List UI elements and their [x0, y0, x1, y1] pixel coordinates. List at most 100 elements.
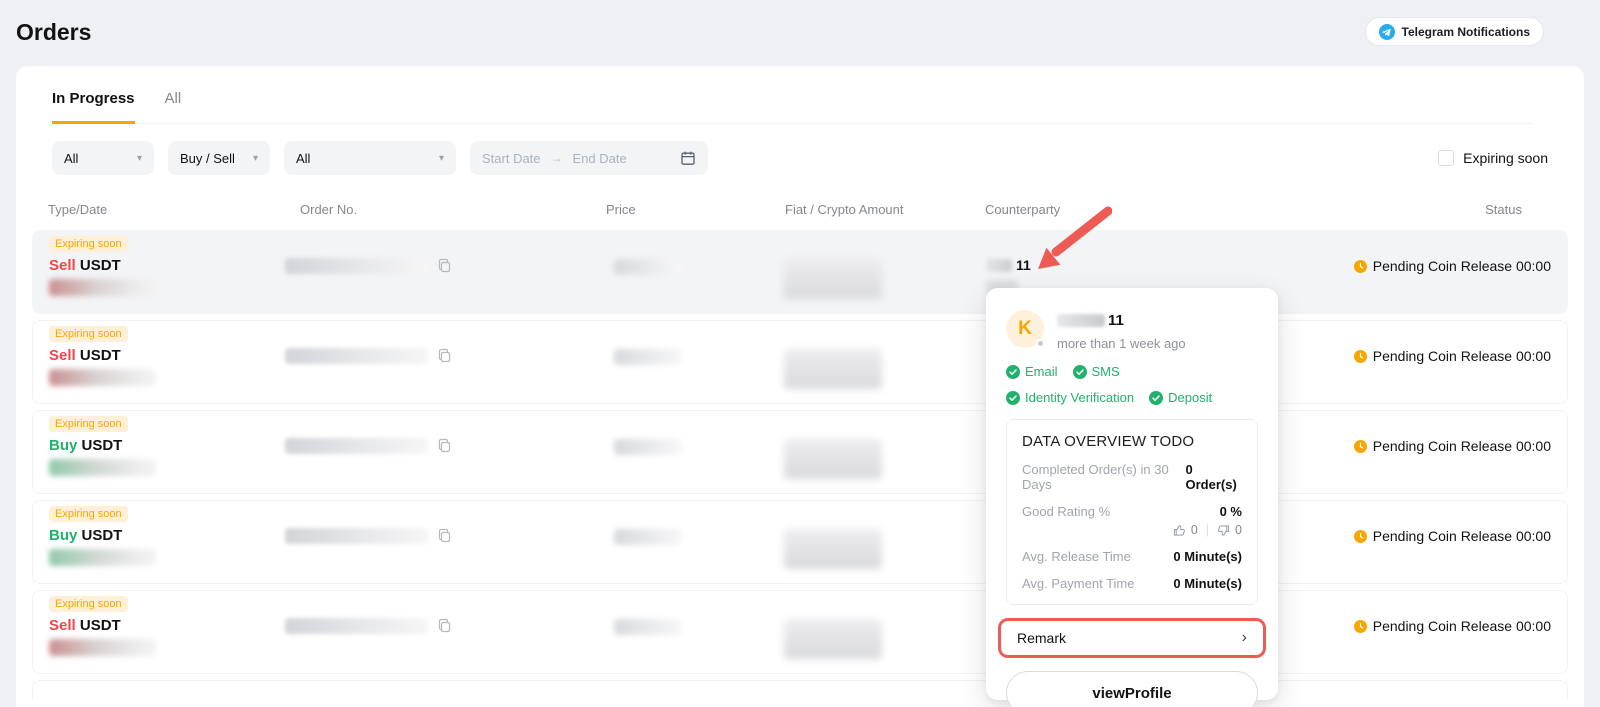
filter-side-value: Buy / Sell: [180, 151, 235, 166]
copy-icon[interactable]: [437, 258, 452, 273]
redacted-order-no: [285, 258, 428, 274]
thumbs-up-icon: [1173, 524, 1186, 537]
order-status-text: Pending Coin Release 00:00: [1373, 258, 1551, 274]
redacted-order-no: [285, 348, 428, 364]
filter-coin-value: All: [64, 151, 78, 166]
good-rating-value: 0 %: [1220, 504, 1242, 519]
redacted-amount: [784, 349, 882, 389]
tab-in-progress[interactable]: In Progress: [52, 90, 135, 124]
telegram-notifications-label: Telegram Notifications: [1402, 25, 1530, 39]
verification-label: Deposit: [1168, 390, 1212, 405]
order-status: Pending Coin Release 00:00: [1354, 348, 1551, 364]
expiring-soon-label: Expiring soon: [1463, 150, 1548, 166]
order-coin: USDT: [82, 527, 123, 544]
table-header: Type/Date Order No. Price Fiat / Crypto …: [32, 202, 1568, 220]
date-range-input[interactable]: Start Date → End Date: [470, 141, 708, 175]
column-status: Status: [1485, 202, 1522, 217]
order-side: Buy: [49, 437, 77, 454]
redacted-price: [614, 529, 682, 545]
telegram-icon: [1379, 24, 1395, 40]
column-counterparty: Counterparty: [985, 202, 1060, 217]
filter-status-select[interactable]: All ▾: [284, 141, 456, 175]
filter-coin-select[interactable]: All ▾: [52, 141, 154, 175]
copy-icon[interactable]: [437, 618, 452, 633]
last-seen-text: more than 1 week ago: [1057, 336, 1186, 351]
expiring-soon-checkbox[interactable]: Expiring soon: [1438, 150, 1548, 166]
telegram-notifications-button[interactable]: Telegram Notifications: [1365, 17, 1544, 46]
counterparty-popup: K 11 more than 1 week ago Email SMS Iden…: [986, 288, 1278, 700]
clock-icon: [1354, 530, 1367, 543]
data-overview-title: DATA OVERVIEW TODO: [1022, 433, 1242, 450]
copy-icon[interactable]: [437, 348, 452, 363]
filter-side-select[interactable]: Buy / Sell ▾: [168, 141, 270, 175]
remark-highlight-annotation: Remark ›: [998, 618, 1266, 658]
order-row[interactable]: Expiring soon Sell USDT Pending Coin Rel…: [32, 590, 1568, 674]
order-status-text: Pending Coin Release 00:00: [1373, 528, 1551, 544]
avg-release-label: Avg. Release Time: [1022, 549, 1131, 564]
expiring-soon-badge: Expiring soon: [49, 326, 128, 342]
expiring-soon-badge: Expiring soon: [49, 596, 128, 612]
clock-icon: [1354, 260, 1367, 273]
verification-label: SMS: [1092, 364, 1120, 379]
order-status-text: Pending Coin Release 00:00: [1373, 438, 1551, 454]
verification-email: Email: [1006, 364, 1058, 379]
verification-deposit: Deposit: [1149, 390, 1212, 405]
rating-thumbs: 0 | 0: [1022, 523, 1242, 537]
order-row-partial: [32, 680, 1568, 700]
order-status-text: Pending Coin Release 00:00: [1373, 348, 1551, 364]
chevron-down-icon: ▾: [137, 153, 142, 164]
end-date-placeholder: End Date: [573, 151, 627, 166]
avg-payment-value: 0 Minute(s): [1173, 576, 1242, 591]
order-status: Pending Coin Release 00:00: [1354, 618, 1551, 634]
orders-card: In Progress All All ▾ Buy / Sell ▾ All ▾…: [16, 66, 1584, 707]
check-circle-icon: [1006, 365, 1020, 379]
order-row[interactable]: Expiring soon Sell USDT 11 Pending Coin …: [32, 230, 1568, 314]
redacted-amount: [784, 439, 882, 479]
counterparty-name: 11: [1108, 312, 1124, 329]
column-order-no: Order No.: [300, 202, 357, 217]
view-profile-button[interactable]: viewProfile: [1006, 671, 1258, 707]
tab-all[interactable]: All: [165, 90, 182, 123]
counterparty-name: 11: [1016, 257, 1031, 273]
start-date-placeholder: Start Date: [482, 151, 541, 166]
redacted-price: [614, 619, 682, 635]
calendar-icon: [680, 150, 696, 166]
avg-release-value: 0 Minute(s): [1173, 549, 1242, 564]
page-title: Orders: [16, 19, 91, 46]
verification-label: Identity Verification: [1025, 390, 1134, 405]
avg-payment-label: Avg. Payment Time: [1022, 576, 1134, 591]
order-row[interactable]: Expiring soon Sell USDT Pending Coin Rel…: [32, 320, 1568, 404]
order-status-text: Pending Coin Release 00:00: [1373, 618, 1551, 634]
column-price: Price: [606, 202, 636, 217]
copy-icon[interactable]: [437, 528, 452, 543]
redacted-name: [1057, 314, 1105, 327]
offline-status-dot: [1036, 339, 1045, 348]
order-row[interactable]: Expiring soon Buy USDT Pending Coin Rele…: [32, 500, 1568, 584]
redacted-order-no: [285, 618, 428, 634]
order-side: Sell: [49, 347, 76, 364]
data-overview-panel: DATA OVERVIEW TODO Completed Order(s) in…: [1006, 419, 1258, 605]
thumbs-down-icon: [1217, 524, 1230, 537]
completed-orders-label: Completed Order(s) in 30 Days: [1022, 462, 1186, 492]
order-coin: USDT: [80, 257, 121, 274]
counterparty-cell[interactable]: 11: [986, 257, 1031, 292]
redacted-date: [49, 459, 155, 476]
checkbox-icon: [1438, 150, 1454, 166]
copy-icon[interactable]: [437, 438, 452, 453]
order-row[interactable]: Expiring soon Buy USDT Pending Coin Rele…: [32, 410, 1568, 494]
redacted-amount: [784, 619, 882, 659]
redacted-price: [614, 439, 682, 455]
verification-identity: Identity Verification: [1006, 390, 1134, 405]
redacted-order-no: [285, 528, 428, 544]
chevron-down-icon: ▾: [439, 153, 444, 164]
expiring-soon-badge: Expiring soon: [49, 416, 128, 432]
verification-label: Email: [1025, 364, 1058, 379]
thumbs-down-count: 0: [1235, 523, 1242, 537]
clock-icon: [1354, 350, 1367, 363]
check-circle-icon: [1073, 365, 1087, 379]
arrow-right-icon: →: [551, 151, 563, 165]
order-status: Pending Coin Release 00:00: [1354, 528, 1551, 544]
redacted-amount: [784, 529, 882, 569]
remark-button[interactable]: Remark ›: [1001, 621, 1263, 655]
expiring-soon-badge: Expiring soon: [49, 506, 128, 522]
